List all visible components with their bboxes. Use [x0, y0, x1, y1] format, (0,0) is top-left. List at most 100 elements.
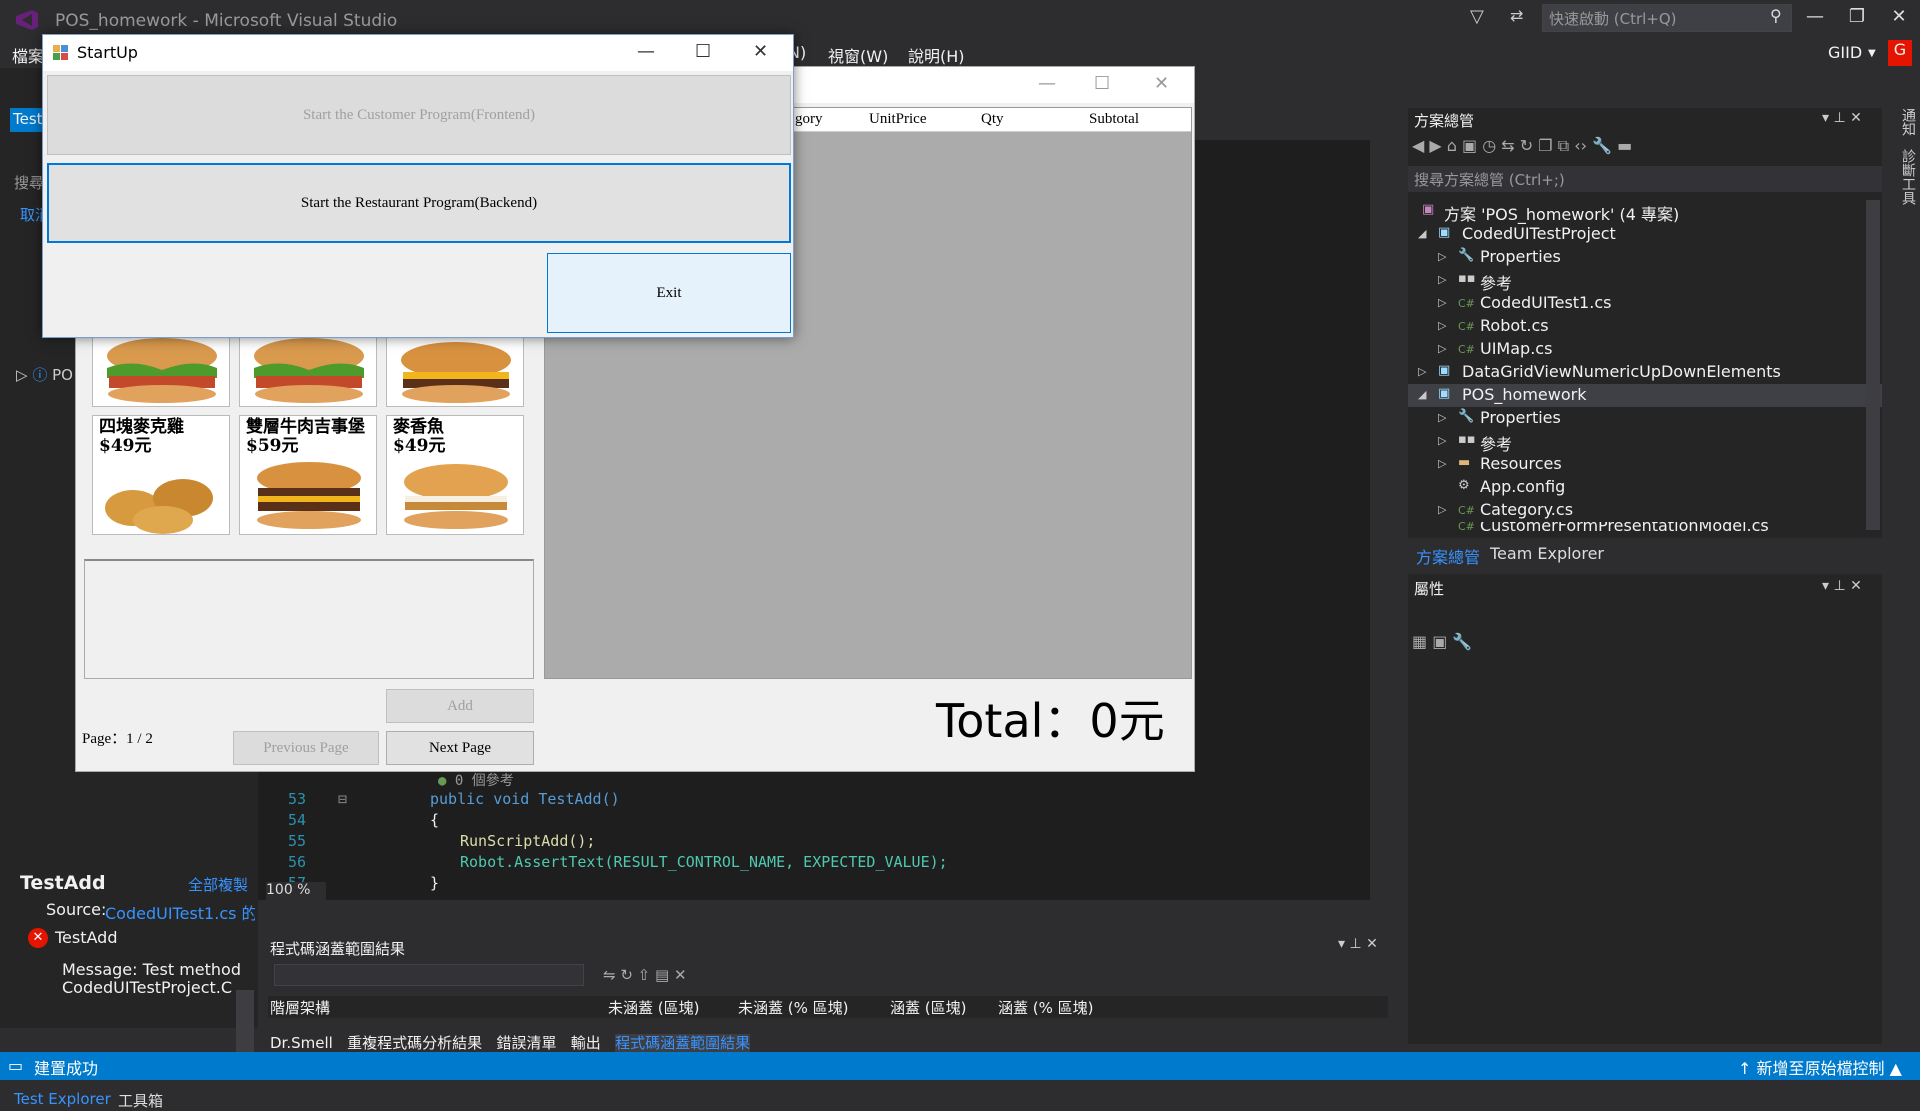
col-uncovered-pct[interactable]: 未涵蓋 (% 區塊)	[738, 997, 849, 1018]
tree-item[interactable]: ▷ C# CodedUITest1.cs	[1408, 292, 1882, 315]
project-icon: ▣	[1438, 225, 1451, 240]
tree-item[interactable]: ▷ C# Robot.cs	[1408, 315, 1882, 338]
tree-item[interactable]: ◢ ▣ POS_homework	[1408, 384, 1882, 407]
food-button[interactable]	[239, 335, 377, 407]
tab-solution-explorer[interactable]: 方案總管	[1416, 544, 1480, 568]
user-name[interactable]: GIID	[1828, 43, 1862, 62]
food-name: 麥香魚 $49元	[393, 417, 446, 456]
tab-duplicate[interactable]: 重複程式碼分析結果	[347, 1034, 482, 1052]
feedback-icon[interactable]: ⇄	[1510, 6, 1523, 25]
tree-node-stub[interactable]: ▷ ⓘ PO	[16, 364, 73, 385]
customer-minimize-button[interactable]: —	[1038, 73, 1056, 94]
tree-item-last[interactable]: C# CustomerFormPresentationModel.cs	[1408, 522, 1858, 538]
solution-search-input[interactable]: 搜尋方案總管 (Ctrl+;)	[1408, 166, 1882, 192]
zoom-select[interactable]: 100 %	[266, 882, 326, 900]
user-dropdown-icon[interactable]: ▼	[1868, 48, 1876, 59]
wrench-icon: 🔧	[1458, 409, 1475, 424]
filter-icon[interactable]: ▽	[1470, 6, 1484, 27]
tab-test-explorer[interactable]: Test Explorer	[14, 1090, 111, 1108]
tree-item[interactable]: ▷ ▣ DataGridViewNumericUpDownElements	[1408, 361, 1882, 384]
coverage-toolbar-icons[interactable]: ⇋ ↻ ⇧ ▤ ✕	[603, 966, 687, 984]
food-button[interactable]: 麥香魚 $49元	[386, 415, 524, 535]
tab-code-coverage[interactable]: 程式碼涵蓋範圍結果	[615, 1034, 751, 1052]
project-icon: ▣	[1438, 363, 1451, 378]
source-label: Source:	[46, 900, 107, 919]
tree-item[interactable]: ◢ ▣ CodedUITestProject	[1408, 223, 1882, 246]
customer-close-button[interactable]: ✕	[1154, 73, 1169, 94]
tab-team-explorer[interactable]: Team Explorer	[1490, 544, 1604, 563]
exit-button[interactable]: Exit	[547, 253, 791, 333]
minimize-button[interactable]: —	[1798, 6, 1832, 34]
editor-scrollbar[interactable]	[1370, 140, 1378, 900]
col-uncovered-blocks[interactable]: 未涵蓋 (區塊)	[608, 997, 699, 1018]
side-tab-notifications[interactable]: 通知	[1900, 108, 1916, 136]
tree-item[interactable]: ⚙ App.config	[1408, 476, 1882, 499]
search-stub[interactable]: 搜尋	[14, 172, 44, 193]
start-customer-button[interactable]: Start the Customer Program(Frontend)	[47, 75, 791, 155]
menu-file[interactable]: 檔案	[12, 43, 44, 67]
col-covered-blocks[interactable]: 涵蓋 (區塊)	[890, 997, 966, 1018]
col-hierarchy[interactable]: 階層架構	[270, 997, 330, 1018]
previous-page-button[interactable]: Previous Page	[233, 731, 379, 765]
tree-item[interactable]: ▷ ▪▪ 參考	[1408, 269, 1882, 293]
tree-item[interactable]: ▷ 🔧 Properties	[1408, 246, 1882, 269]
menu-window[interactable]: 視窗(W)	[828, 43, 888, 67]
solution-explorer: 方案總管 ▾ ⊥ ✕ ◀ ▶ ⌂ ▣ ◷ ⇆ ↻ ❐ ⧉ ‹› 🔧 ▬ 搜尋方案…	[1408, 108, 1882, 538]
tab-toolbox[interactable]: 工具箱	[118, 1090, 163, 1111]
add-button[interactable]: Add	[386, 689, 534, 723]
side-tab-diagnostics[interactable]: 診斷工具	[1900, 149, 1916, 205]
properties-controls-icon[interactable]: ▾ ⊥ ✕	[1822, 578, 1862, 594]
search-icon: ⚲	[1770, 6, 1782, 25]
startup-close-button[interactable]: ✕	[753, 41, 768, 62]
panel-controls-icon[interactable]: ▾ ⊥ ✕	[1822, 110, 1862, 126]
tree-item[interactable]: ▷ 🔧 Properties	[1408, 407, 1882, 430]
code-line: 57}	[288, 874, 440, 892]
food-button[interactable]	[386, 335, 524, 407]
customer-maximize-button[interactable]: ☐	[1094, 73, 1110, 94]
col-covered-pct[interactable]: 涵蓋 (% 區塊)	[998, 997, 1094, 1018]
user-avatar[interactable]: G	[1888, 40, 1912, 66]
message-line-1: Message: Test method	[62, 960, 241, 979]
test-tab[interactable]: Test	[10, 108, 44, 132]
next-page-button[interactable]: Next Page	[386, 731, 534, 765]
tab-error-list[interactable]: 錯誤清單	[496, 1034, 556, 1052]
coverage-filter-select[interactable]	[274, 964, 584, 986]
side-tabs: 通知 診斷工具	[1888, 108, 1918, 308]
close-button[interactable]: ✕	[1882, 6, 1916, 34]
tab-drsmell[interactable]: Dr.Smell	[270, 1034, 333, 1052]
source-control-button[interactable]: ↑ 新增至原始檔控制 ▲	[1738, 1055, 1902, 1079]
start-restaurant-button[interactable]: Start the Restaurant Program(Backend)	[47, 163, 791, 243]
startup-maximize-button[interactable]: ☐	[695, 41, 711, 62]
coverage-close-icon[interactable]: ▾ ⊥ ✕	[1338, 936, 1378, 952]
col-unit-price[interactable]: UnitPrice	[869, 111, 927, 128]
solution-scrollbar[interactable]	[1866, 200, 1880, 530]
tree-item[interactable]: ▷ ▬ Resources	[1408, 453, 1882, 476]
properties-toolbar-icons[interactable]: ▦ ▣ 🔧	[1412, 632, 1472, 651]
tree-item[interactable]: ▷ C# Category.cs	[1408, 499, 1882, 522]
food-button[interactable]: 四塊麥克雞 $49元	[92, 415, 230, 535]
reference-count[interactable]: ● 0 個參考	[438, 770, 514, 790]
col-qty[interactable]: Qty	[981, 111, 1004, 128]
result-test-name[interactable]: TestAdd	[55, 928, 117, 947]
copy-all-link[interactable]: 全部複製	[188, 874, 248, 895]
quick-launch-input[interactable]: 快速啟動 (Ctrl+Q)	[1542, 4, 1792, 32]
col-category[interactable]: gory	[795, 111, 823, 128]
tab-output[interactable]: 輸出	[571, 1034, 601, 1052]
source-link[interactable]: CodedUITest1.cs 的第	[105, 900, 255, 924]
tree-item[interactable]: ▣ 方案 'POS_homework' (4 專案)	[1408, 200, 1882, 224]
tree-item[interactable]: ▷ C# UIMap.cs	[1408, 338, 1882, 361]
startup-minimize-button[interactable]: —	[637, 41, 655, 62]
menu-help[interactable]: 說明(H)	[908, 43, 965, 67]
food-button[interactable]	[92, 335, 230, 407]
status-bar: ▭ 建置成功 ↑ 新增至原始檔控制 ▲	[0, 1052, 1920, 1080]
solution-toolbar-icons[interactable]: ◀ ▶ ⌂ ▣ ◷ ⇆ ↻ ❐ ⧉ ‹› 🔧 ▬	[1412, 136, 1878, 164]
food-name: 雙層牛肉吉事堡 $59元	[246, 417, 365, 456]
folder-icon: ▬	[1458, 455, 1471, 470]
status-icon: ▭	[8, 1056, 24, 1075]
code-line: 55 RunScriptAdd();	[288, 832, 596, 850]
tree-item[interactable]: ▷ ▪▪ 參考	[1408, 430, 1882, 454]
restore-button[interactable]: ❐	[1840, 6, 1874, 34]
project-icon: ▣	[1438, 386, 1451, 401]
col-subtotal[interactable]: Subtotal	[1089, 111, 1139, 128]
food-button[interactable]: 雙層牛肉吉事堡 $59元	[239, 415, 377, 535]
